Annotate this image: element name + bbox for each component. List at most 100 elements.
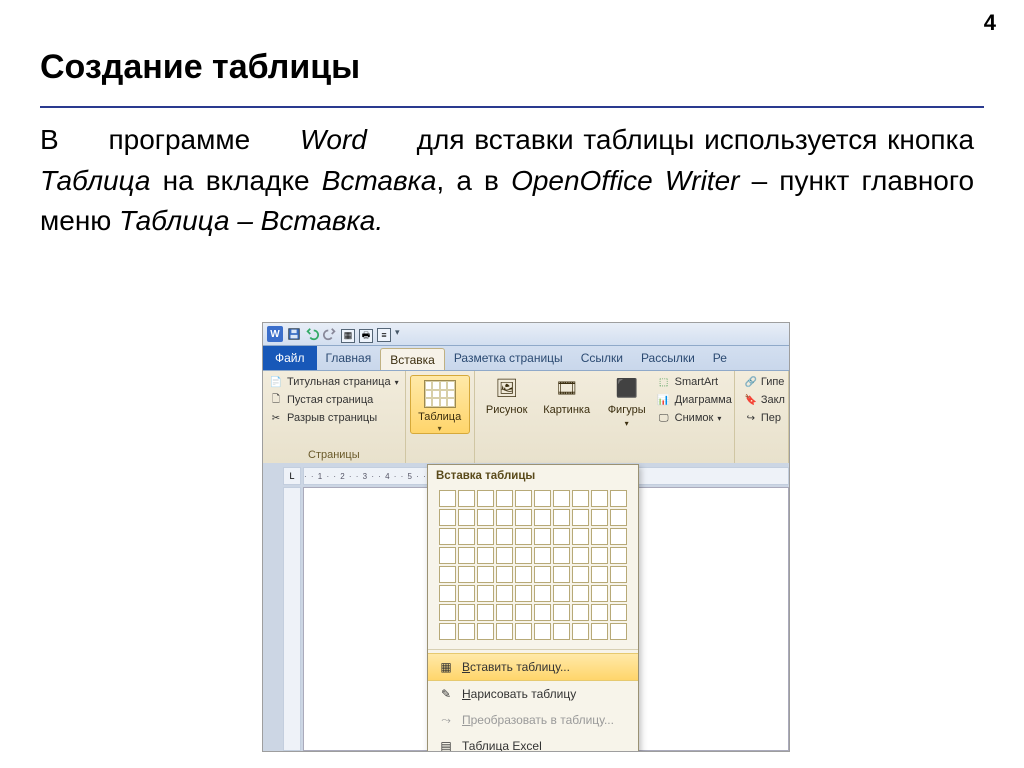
grid-cell[interactable]	[477, 547, 494, 564]
dropdown-item-insert_table[interactable]: ▦Вставить таблицу...	[428, 653, 638, 681]
grid-cell[interactable]	[591, 490, 608, 507]
undo-icon[interactable]	[305, 327, 319, 341]
grid-cell[interactable]	[439, 528, 456, 545]
grid-cell[interactable]	[553, 623, 570, 640]
tab-page-layout[interactable]: Разметка страницы	[445, 346, 572, 370]
vertical-ruler[interactable]	[283, 487, 301, 751]
grid-cell[interactable]	[477, 566, 494, 583]
grid-cell[interactable]	[534, 490, 551, 507]
screenshot-button[interactable]: 🖵 Снимок ▾	[657, 411, 732, 425]
grid-cell[interactable]	[572, 623, 589, 640]
grid-cell[interactable]	[496, 566, 513, 583]
grid-cell[interactable]	[458, 604, 475, 621]
grid-cell[interactable]	[439, 490, 456, 507]
grid-cell[interactable]	[572, 509, 589, 526]
save-icon[interactable]	[287, 327, 301, 341]
grid-cell[interactable]	[572, 585, 589, 602]
tab-insert[interactable]: Вставка	[380, 348, 445, 370]
grid-cell[interactable]	[458, 490, 475, 507]
qat-icon[interactable]: ≡	[377, 327, 391, 341]
dropdown-item-excel[interactable]: ▤Таблица Excel	[428, 733, 638, 752]
grid-cell[interactable]	[515, 547, 532, 564]
grid-cell[interactable]	[515, 490, 532, 507]
grid-cell[interactable]	[591, 509, 608, 526]
grid-cell[interactable]	[515, 566, 532, 583]
grid-cell[interactable]	[572, 604, 589, 621]
grid-cell[interactable]	[496, 623, 513, 640]
grid-cell[interactable]	[572, 490, 589, 507]
grid-cell[interactable]	[458, 509, 475, 526]
grid-cell[interactable]	[515, 528, 532, 545]
grid-cell[interactable]	[610, 509, 627, 526]
grid-cell[interactable]	[439, 623, 456, 640]
grid-cell[interactable]	[534, 604, 551, 621]
grid-cell[interactable]	[591, 585, 608, 602]
grid-cell[interactable]	[477, 490, 494, 507]
grid-cell[interactable]	[496, 604, 513, 621]
grid-cell[interactable]	[553, 585, 570, 602]
blank-page-button[interactable]: 🗋 Пустая страница	[269, 393, 399, 407]
grid-cell[interactable]	[610, 623, 627, 640]
grid-cell[interactable]	[572, 547, 589, 564]
grid-cell[interactable]	[591, 528, 608, 545]
table-button[interactable]: Таблица ▾	[410, 375, 470, 434]
tab-references[interactable]: Ссылки	[572, 346, 632, 370]
grid-cell[interactable]	[515, 623, 532, 640]
grid-cell[interactable]	[439, 604, 456, 621]
grid-cell[interactable]	[534, 585, 551, 602]
grid-cell[interactable]	[591, 566, 608, 583]
grid-cell[interactable]	[591, 623, 608, 640]
grid-cell[interactable]	[610, 566, 627, 583]
table-size-grid[interactable]	[439, 490, 627, 640]
tab-review-cut[interactable]: Ре	[704, 346, 736, 370]
grid-cell[interactable]	[610, 604, 627, 621]
grid-cell[interactable]	[534, 528, 551, 545]
clipart-button[interactable]: 🎞 Картинка	[541, 375, 593, 428]
qat-icon[interactable]: 🖶	[359, 327, 373, 341]
grid-cell[interactable]	[553, 604, 570, 621]
grid-cell[interactable]	[458, 566, 475, 583]
grid-cell[interactable]	[496, 528, 513, 545]
grid-cell[interactable]	[515, 509, 532, 526]
grid-cell[interactable]	[610, 528, 627, 545]
grid-cell[interactable]	[553, 528, 570, 545]
redo-icon[interactable]	[323, 327, 337, 341]
grid-cell[interactable]	[610, 585, 627, 602]
hyperlink-button[interactable]: 🔗 Гипе	[744, 375, 788, 389]
grid-cell[interactable]	[610, 490, 627, 507]
grid-cell[interactable]	[496, 509, 513, 526]
grid-cell[interactable]	[572, 566, 589, 583]
grid-cell[interactable]	[477, 585, 494, 602]
grid-cell[interactable]	[458, 585, 475, 602]
grid-cell[interactable]	[553, 547, 570, 564]
grid-cell[interactable]	[458, 547, 475, 564]
title-page-button[interactable]: 📄 Титульная страница ▾	[269, 375, 399, 389]
grid-cell[interactable]	[477, 623, 494, 640]
grid-cell[interactable]	[534, 509, 551, 526]
tab-mailings[interactable]: Рассылки	[632, 346, 704, 370]
shapes-button[interactable]: ⬛ Фигуры ▾	[601, 375, 653, 428]
grid-cell[interactable]	[439, 585, 456, 602]
bookmark-button[interactable]: 🔖 Закл	[744, 393, 788, 407]
grid-cell[interactable]	[534, 566, 551, 583]
page-break-button[interactable]: ✂ Разрыв страницы	[269, 411, 399, 425]
grid-cell[interactable]	[553, 509, 570, 526]
grid-cell[interactable]	[534, 623, 551, 640]
grid-cell[interactable]	[534, 547, 551, 564]
grid-cell[interactable]	[439, 547, 456, 564]
grid-cell[interactable]	[610, 547, 627, 564]
grid-cell[interactable]	[496, 547, 513, 564]
chart-button[interactable]: 📊 Диаграмма	[657, 393, 732, 407]
grid-cell[interactable]	[591, 604, 608, 621]
crossref-button[interactable]: ↪ Пер	[744, 411, 788, 425]
grid-cell[interactable]	[553, 490, 570, 507]
grid-cell[interactable]	[572, 528, 589, 545]
qat-icon[interactable]: ▦	[341, 327, 355, 341]
qat-dropdown-icon[interactable]: ▾	[395, 327, 409, 341]
grid-cell[interactable]	[439, 509, 456, 526]
tab-home[interactable]: Главная	[317, 346, 381, 370]
grid-cell[interactable]	[477, 528, 494, 545]
grid-cell[interactable]	[553, 566, 570, 583]
grid-cell[interactable]	[515, 585, 532, 602]
grid-cell[interactable]	[477, 604, 494, 621]
